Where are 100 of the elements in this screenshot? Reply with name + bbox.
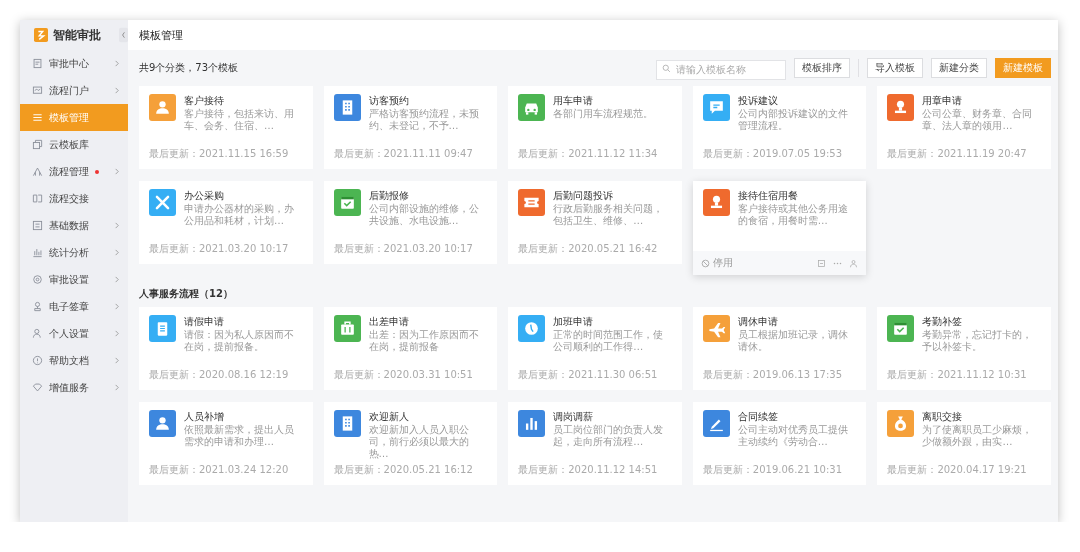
nav-item[interactable]: 流程交接 — [20, 185, 128, 212]
nav-item[interactable]: 审批中心 — [20, 50, 128, 77]
last-updated: 最后更新：2020.05.21 16:42 — [518, 242, 659, 256]
card-description: 公司内部投诉建议的文件管理流程。 — [737, 108, 849, 132]
card-description: 各部门用车流程规范。 — [553, 108, 654, 120]
last-updated: 最后更新：2021.11.12 10:31 — [887, 368, 1028, 382]
template-card[interactable]: 出差申请 出差：因为工作原因而不在岗，提前报备 最后更新：2020.03.31 10:51 — [323, 307, 498, 390]
template-card[interactable]: 考勤补签 考勤异常，忘记打卡的，予以补签卡。 最后更新：2021.11.12 10:31 — [877, 307, 1051, 390]
summary-text: 共9个分类，73个模板 — [139, 61, 239, 75]
card-title: 请假申请 — [184, 315, 225, 328]
page-title: 模板管理 — [139, 27, 183, 43]
last-updated: 最后更新：2019.06.21 10:31 — [702, 463, 844, 477]
card-title: 用章申请 — [922, 94, 964, 107]
template-card[interactable]: 用章申请 公司公章、财务章、合同章、法人章的领用… 最后更新：2021.11.19 20:47 — [877, 86, 1051, 169]
card-description: 客户接待或其他公务用途的食宿，用餐时需… — [737, 203, 849, 227]
nav-item[interactable]: 帮助文档 — [20, 347, 128, 374]
nav-item[interactable]: 流程管理 — [20, 158, 128, 185]
template-card[interactable]: 离职交接 为了使离职员工少麻烦，少做额外跟，由实… 最后更新：2020.04.17 19:21 — [877, 402, 1051, 485]
gear-icon — [32, 274, 43, 285]
collapse-button[interactable] — [119, 27, 128, 43]
last-updated: 最后更新：2021.11.30 06:51 — [518, 368, 659, 382]
template-card[interactable]: 人员补增 依照最新需求，提出人员需求的申请和办理… 最后更新：2021.03.24 12:20 — [139, 402, 313, 485]
card-title: 出差申请 — [368, 315, 410, 328]
last-updated: 最后更新：2021.11.11 09:47 — [333, 147, 474, 161]
template-card[interactable]: 加班申请 正常的时间范围工作，使公司顺利的工作得… 最后更新：2021.11.30 06:51 — [508, 307, 682, 390]
card-title: 欢迎新人 — [368, 410, 410, 423]
template-card[interactable]: 请假申请 请假：因为私人原因而不在岗，提前报备。 最后更新：2020.08.16 12:19 — [139, 307, 313, 390]
toolbar-button[interactable]: 模板排序 — [794, 58, 850, 78]
copy-icon — [32, 139, 43, 150]
frame-icon — [32, 193, 43, 204]
card-title: 后勤问题投诉 — [553, 189, 615, 202]
template-card[interactable]: 欢迎新人 欢迎新加入人员入职公司，前行必须以最大的热… 最后更新：2020.05.21 16:12 — [323, 402, 498, 485]
template-card[interactable]: 投诉建议 公司内部投诉建议的文件管理流程。 最后更新：2019.07.05 19:53 — [692, 86, 867, 169]
card-title: 人员补增 — [184, 410, 225, 423]
card-title: 投诉建议 — [737, 94, 779, 107]
last-updated: 最后更新：2020.04.17 19:21 — [887, 463, 1028, 477]
app-name: 智能审批 — [53, 26, 102, 44]
card-description: 公司公章、财务章、合同章、法人章的领用… — [922, 108, 1034, 132]
last-updated: 最后更新：2021.03.24 12:20 — [149, 463, 290, 477]
nav-item[interactable]: 审批设置 — [20, 266, 128, 293]
toolbar-button[interactable]: 新建分类 — [931, 58, 987, 78]
card-description: 欢迎新加入人员入职公司，前行必须以最大的热… — [368, 424, 470, 460]
diamond-icon — [32, 382, 43, 393]
card-description: 正常的时间范围工作，使公司顺利的工作得… — [553, 329, 665, 353]
template-card[interactable]: 后勤问题投诉 行政后勤服务相关问题，包括卫生、维修、… 最后更新：2020.05.21 16:42 — [508, 181, 682, 264]
card-description: 严格访客预约流程，未预约、未登记，不予… — [368, 108, 480, 132]
toolbar-button[interactable]: 导入模板 — [867, 58, 923, 78]
logo-icon — [34, 28, 48, 42]
nav-item[interactable]: 基础数据 — [20, 212, 128, 239]
last-updated: 最后更新：2019.06.13 17:35 — [702, 368, 844, 382]
template-card[interactable]: 调休申请 员工根据加班记录，调休请休。 最后更新：2019.06.13 17:35 — [692, 307, 867, 390]
template-card[interactable]: 客户接待 客户接待，包括来访、用车、会务、住宿、… 最后更新：2021.11.15 16:59 — [139, 86, 313, 169]
nav-item[interactable]: 流程门户 — [20, 77, 128, 104]
last-updated: 最后更新：2020.03.31 10:51 — [333, 368, 474, 382]
last-updated: 最后更新：2020.05.21 16:12 — [333, 463, 474, 477]
card-description: 请假：因为私人原因而不在岗，提前报备。 — [184, 329, 295, 353]
card-description: 公司内部设施的维修，公共设施、水电设施… — [368, 203, 480, 227]
card-description: 行政后勤服务相关问题，包括卫生、维修、… — [553, 203, 665, 227]
card-title: 考勤补签 — [922, 315, 964, 328]
card-title: 办公采购 — [184, 189, 225, 202]
last-updated: 最后更新：2021.03.20 10:17 — [333, 242, 474, 256]
template-card[interactable]: 用车申请 各部门用车流程规范。 最后更新：2021.11.12 11:34 — [508, 86, 682, 169]
nav-item[interactable]: 云模板库 — [20, 131, 128, 158]
card-title: 合同续签 — [737, 410, 779, 423]
nav-item[interactable]: 增值服务 — [20, 374, 128, 401]
ban-icon — [700, 258, 710, 268]
nav-item[interactable]: 统计分析 — [20, 239, 128, 266]
help-icon — [32, 355, 43, 366]
stamp-icon — [32, 301, 43, 312]
user-icon — [32, 328, 43, 339]
last-updated: 最后更新：2021.11.19 20:47 — [887, 147, 1028, 161]
last-updated: 最后更新：2020.08.16 12:19 — [149, 368, 290, 382]
card-title: 接待住宿用餐 — [737, 189, 799, 202]
card-description: 申请办公器材的采购，办公用品和耗材，计划… — [184, 203, 295, 227]
card-title: 调休申请 — [737, 315, 779, 328]
template-card[interactable]: 调岗调薪 员工岗位部门的负责人发起，走向所有流程… 最后更新：2020.11.12 14:51 — [508, 402, 682, 485]
person-icon[interactable] — [849, 258, 859, 268]
template-card[interactable]: 办公采购 申请办公器材的采购，办公用品和耗材，计划… 最后更新：2021.03.20 10:17 — [139, 181, 313, 264]
section-title: 人事服务流程（12） — [139, 287, 234, 301]
search-field[interactable]: 请输入模板名称 — [656, 59, 786, 80]
template-card[interactable]: 后勤报修 公司内部设施的维修，公共设施、水电设施… 最后更新：2021.03.20 10:17 — [323, 181, 498, 264]
monitor-icon — [32, 85, 43, 96]
card-title: 调岗调薪 — [553, 410, 595, 423]
edit-icon[interactable] — [817, 258, 827, 268]
template-card[interactable]: 接待住宿用餐 客户接待或其他公务用途的食宿，用餐时需… 停用 — [692, 181, 867, 275]
card-description: 客户接待，包括来访、用车、会务、住宿、… — [184, 108, 295, 132]
card-title: 加班申请 — [553, 315, 595, 328]
bar-chart-icon — [32, 247, 43, 258]
card-title: 离职交接 — [922, 410, 964, 423]
template-card[interactable]: 合同续签 公司主动对优秀员工提供主动续约《劳动合… 最后更新：2019.06.21 10:31 — [692, 402, 867, 485]
database-icon — [32, 220, 43, 231]
nav-item[interactable]: 电子签章 — [20, 293, 128, 320]
card-description: 公司主动对优秀员工提供主动续约《劳动合… — [737, 424, 849, 448]
card-description: 为了使离职员工少麻烦，少做额外跟，由实… — [922, 424, 1034, 448]
card-description: 出差：因为工作原因而不在岗，提前报备 — [368, 329, 480, 353]
list-icon — [32, 112, 43, 123]
template-card[interactable]: 访客预约 严格访客预约流程，未预约、未登记，不予… 最后更新：2021.11.11 09:47 — [323, 86, 498, 169]
last-updated: 最后更新：2019.07.05 19:53 — [702, 147, 844, 161]
last-updated: 最后更新：2020.11.12 14:51 — [518, 463, 659, 477]
nav-item[interactable]: 个人设置 — [20, 320, 128, 347]
